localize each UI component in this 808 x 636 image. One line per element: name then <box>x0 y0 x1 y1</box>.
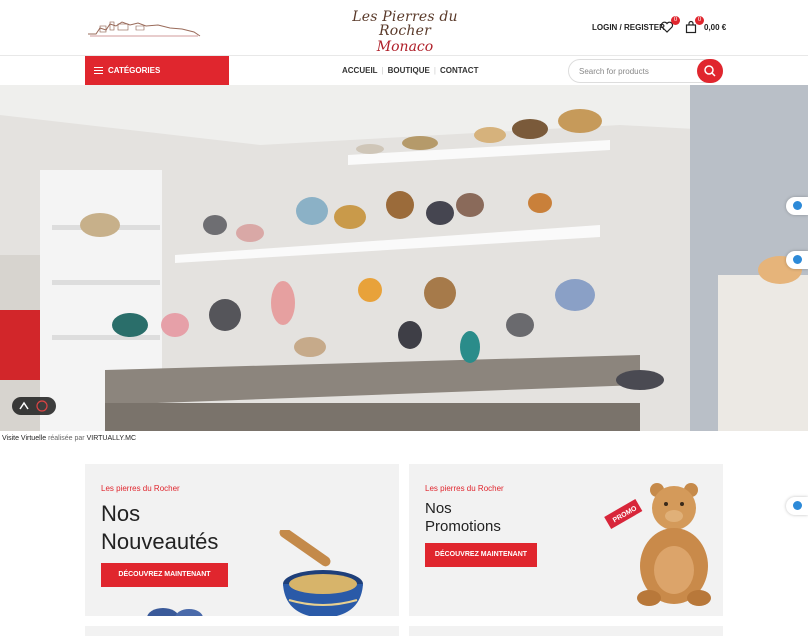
accessibility-icon <box>793 255 802 264</box>
wishlist-count-badge: 0 <box>671 16 680 25</box>
stone-bear-figurine-image: PROMO <box>604 483 711 606</box>
accessibility-icon <box>793 501 802 510</box>
menu-item-boutique[interactable]: BOUTIQUE <box>384 66 434 75</box>
cart-button[interactable]: 0 <box>684 16 704 34</box>
banner-lower-left <box>85 626 399 636</box>
banner-kicker: Les pierres du Rocher <box>425 484 504 493</box>
virtual-tour-credit: Visite Virtuelle réalisée par VIRTUALLY.… <box>2 435 136 442</box>
banner-title-line: Nouveautés <box>101 529 219 554</box>
virtual-tour-viewer[interactable] <box>0 85 808 431</box>
brand-location: Monaco <box>376 39 434 55</box>
primary-menu: ACCUEIL | BOUTIQUE | CONTACT <box>338 66 482 75</box>
banner-title: Nos Nouveautés <box>101 500 218 556</box>
banner-title-line: Nos <box>101 501 141 526</box>
accessibility-float-button[interactable] <box>786 197 808 215</box>
shop-interior-photo <box>0 85 808 431</box>
banner-promotions[interactable]: Les pierres du Rocher Nos Promotions DÉC… <box>409 464 723 616</box>
discover-new-button[interactable]: DÉCOUVREZ MAINTENANT <box>101 563 228 587</box>
categories-menu-button[interactable]: CATÉGORIES ⌄ <box>85 56 304 85</box>
accessibility-float-button[interactable] <box>786 497 808 515</box>
search-bar: Search for products <box>568 59 723 83</box>
brand-logo[interactable]: Les Pierres du Rocher Monaco <box>330 10 480 54</box>
singing-bowl-image <box>279 530 363 616</box>
menu-item-accueil[interactable]: ACCUEIL <box>338 66 382 75</box>
banner-title-line: Nos <box>425 500 452 517</box>
search-icon <box>704 65 716 77</box>
banner-nouveautes[interactable]: Les pierres du Rocher Nos Nouveautés DÉC… <box>85 464 399 616</box>
banner-lower-right <box>409 626 723 636</box>
monaco-rock-logo[interactable] <box>86 12 202 42</box>
banner-kicker: Les pierres du Rocher <box>101 484 180 493</box>
hamburger-icon <box>94 67 103 74</box>
credit-middle: réalisée par <box>48 435 85 442</box>
categories-label: CATÉGORIES <box>108 66 161 75</box>
menu-item-contact[interactable]: CONTACT <box>436 66 483 75</box>
accessibility-float-button[interactable] <box>786 251 808 269</box>
banner-title: Nos Promotions <box>425 500 501 536</box>
cart-total[interactable]: 0,00 € <box>704 23 726 32</box>
blue-stones-image <box>147 608 203 616</box>
chevron-down-icon: ⌄ <box>297 64 304 73</box>
banner-title-line: Promotions <box>425 518 501 535</box>
search-button[interactable] <box>697 59 723 83</box>
credit-brand[interactable]: VIRTUALLY.MC <box>87 435 136 442</box>
site-header: Les Pierres du Rocher Monaco LOGIN / REG… <box>0 0 808 56</box>
tour-controls <box>12 397 56 415</box>
search-input[interactable]: Search for products <box>579 67 649 76</box>
cart-count-badge: 0 <box>695 16 704 25</box>
brand-name: Les Pierres du Rocher <box>352 9 458 39</box>
login-register-link[interactable]: LOGIN / REGISTER <box>592 23 665 32</box>
wishlist-button[interactable]: 0 <box>660 16 680 34</box>
credit-prefix: Visite Virtuelle <box>2 435 47 442</box>
main-nav: CATÉGORIES ⌄ ACCUEIL | BOUTIQUE | CONTAC… <box>0 56 808 86</box>
discover-promo-button[interactable]: DÉCOUVREZ MAINTENANT <box>425 543 537 567</box>
accessibility-icon <box>793 201 802 210</box>
